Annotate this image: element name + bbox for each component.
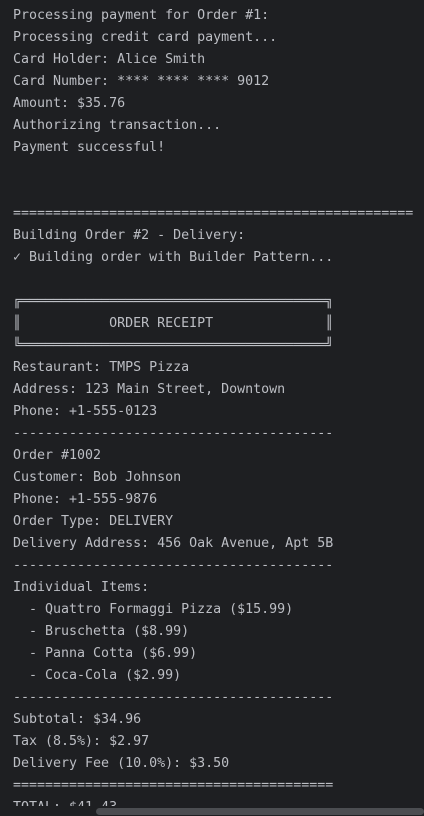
console-output[interactable]: Processing payment for Order #1: Process… <box>0 0 424 816</box>
console-line: Amount: $35.76 <box>13 96 126 111</box>
separator-line: ---------------------------------------- <box>13 558 334 573</box>
separator-line: ======================================== <box>13 778 334 793</box>
receipt-box-top: ╔══════════════════════════════════════╗ <box>13 294 334 309</box>
console-line: Delivery Address: 456 Oak Avenue, Apt 5B <box>13 536 334 551</box>
console-line: Phone: +1-555-0123 <box>13 404 158 419</box>
scrollbar-thumb[interactable] <box>96 808 424 815</box>
console-line: Building Order #2 - Delivery: <box>13 228 246 243</box>
receipt-box-title: ║ ORDER RECEIPT ║ <box>13 316 334 331</box>
order-item-line: - Panna Cotta ($6.99) <box>13 646 198 661</box>
console-line: Customer: Bob Johnson <box>13 470 182 485</box>
receipt-box-bottom: ╚══════════════════════════════════════╝ <box>13 338 334 353</box>
order-item-line: - Quattro Formaggi Pizza ($15.99) <box>13 602 294 617</box>
console-line: Authorizing transaction... <box>13 118 222 133</box>
separator-line: ---------------------------------------- <box>13 426 334 441</box>
console-line: Order Type: DELIVERY <box>13 514 174 529</box>
console-line: Processing credit card payment... <box>13 30 278 45</box>
console-line: Processing payment for Order #1: <box>13 8 270 23</box>
console-line: Address: 123 Main Street, Downtown <box>13 382 286 397</box>
console-line: Card Number: **** **** **** 9012 <box>13 74 270 89</box>
console-line: Restaurant: TMPS Pizza <box>13 360 190 375</box>
console-line: Phone: +1-555-9876 <box>13 492 158 507</box>
order-item-line: - Bruschetta ($8.99) <box>13 624 190 639</box>
console-line: Subtotal: $34.96 <box>13 712 142 727</box>
separator-line: ---------------------------------------- <box>13 690 334 705</box>
console-lines: Processing payment for Order #1: Process… <box>13 5 424 816</box>
order-item-line: - Coca-Cola ($2.99) <box>13 668 182 683</box>
console-line: ✓ Building order with Builder Pattern... <box>13 250 334 265</box>
console-line: Card Holder: Alice Smith <box>13 52 206 67</box>
console-line: Payment successful! <box>13 140 166 155</box>
console-line: Delivery Fee (10.0%): $3.50 <box>13 756 230 771</box>
console-line: Order #1002 <box>13 448 102 463</box>
console-line: Tax (8.5%): $2.97 <box>13 734 150 749</box>
console-line: Individual Items: <box>13 580 150 595</box>
horizontal-scrollbar[interactable] <box>0 806 424 816</box>
separator-line: ========================================… <box>13 206 414 221</box>
